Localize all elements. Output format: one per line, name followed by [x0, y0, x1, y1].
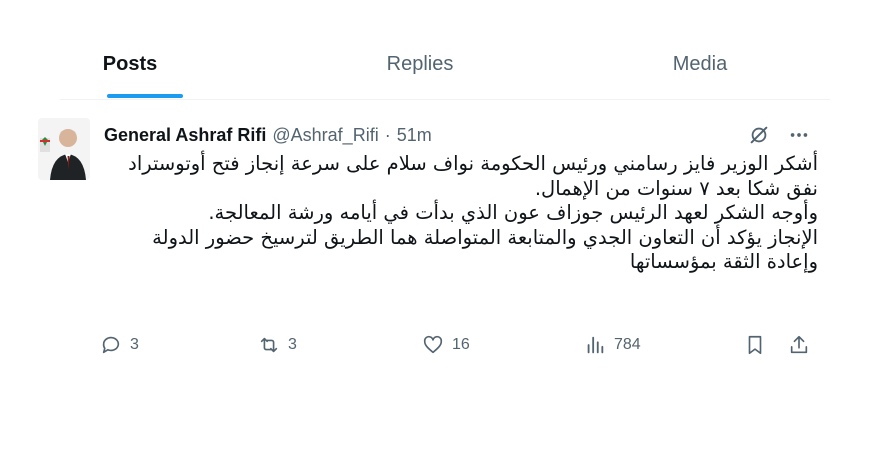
- like-count: 16: [452, 336, 470, 353]
- post-header: General Ashraf Rifi @Ashraf_Rifi · 51m: [104, 122, 432, 148]
- views-button[interactable]: 784: [584, 334, 641, 356]
- tab-replies[interactable]: Replies: [370, 28, 470, 100]
- bookmark-button[interactable]: [744, 334, 766, 356]
- tab-media[interactable]: Media: [650, 28, 750, 100]
- post-text-line: وإعادة الثقة بمؤسساتها: [629, 250, 818, 273]
- reply-button[interactable]: 3: [100, 334, 139, 356]
- post-header-actions: [748, 124, 810, 146]
- reply-icon: [102, 336, 120, 354]
- like-icon: [423, 335, 443, 354]
- repost-button[interactable]: 3: [258, 334, 297, 356]
- author-name[interactable]: General Ashraf Rifi: [104, 125, 266, 146]
- views-count: 784: [614, 336, 641, 353]
- post-time[interactable]: 51m: [397, 125, 432, 146]
- post-text-line: وأوجه الشكر لعهد الرئيس جوزاف عون الذي ب…: [208, 201, 818, 224]
- post-text-line: أشكر الوزير فايز رسامني ورئيس الحكومة نو…: [128, 152, 818, 175]
- author-handle[interactable]: @Ashraf_Rifi: [272, 125, 378, 146]
- avatar-image: [38, 118, 90, 180]
- post-actions: 3 3 16 784: [100, 334, 820, 360]
- repost-count: 3: [288, 336, 297, 353]
- header-separator: ·: [384, 124, 391, 145]
- like-button[interactable]: 16: [422, 334, 470, 356]
- avatar[interactable]: [38, 118, 90, 180]
- profile-tabs: Posts Replies Media: [60, 28, 830, 100]
- share-button[interactable]: [788, 334, 810, 356]
- tabs-divider: [60, 99, 830, 100]
- bookmark-icon: [748, 335, 762, 355]
- views-icon: [587, 336, 604, 354]
- active-tab-indicator: [107, 94, 183, 98]
- more-icon[interactable]: [788, 124, 810, 146]
- grok-icon[interactable]: [748, 124, 770, 146]
- tab-posts[interactable]: Posts: [80, 28, 180, 100]
- share-icon: [790, 335, 808, 354]
- post-text-line: نفق شكا بعد ٧ سنوات من الإهمال.: [534, 176, 818, 200]
- post-text: أشكر الوزير فايز رسامني ورئيس الحكومة نو…: [100, 152, 818, 275]
- repost-icon: [260, 337, 278, 353]
- reply-count: 3: [130, 336, 139, 353]
- post-text-line: الإنجاز يؤكد أن التعاون الجدي والمتابعة …: [152, 225, 818, 249]
